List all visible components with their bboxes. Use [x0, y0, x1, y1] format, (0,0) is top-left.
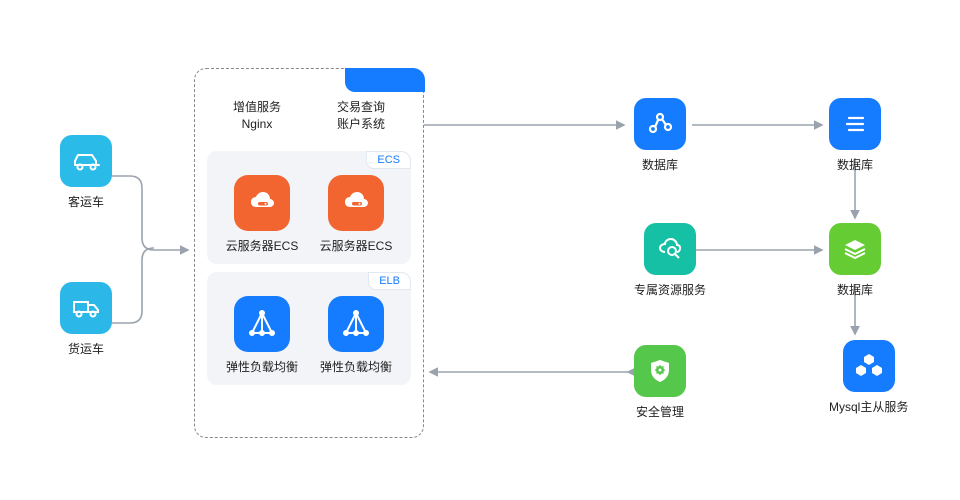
main-subtab-left: 增值服务 Nginx — [233, 99, 281, 133]
elb-card: ELB 弹性负载均衡 弹性负载均衡 — [207, 272, 411, 385]
node-search-label: 专属资源服务 — [634, 281, 706, 298]
load-balancer-icon — [234, 296, 290, 352]
node-car: 客运车 — [60, 135, 112, 210]
cloud-server-icon — [234, 175, 290, 231]
node-truck: 货运车 — [60, 282, 112, 357]
car-icon — [60, 135, 112, 187]
ecs-card: ECS 云服务器ECS 云服务器ECS — [207, 151, 411, 264]
share-icon — [634, 98, 686, 150]
node-shield: 安全管理 — [634, 345, 686, 420]
list-icon — [829, 98, 881, 150]
node-list: 数据库 — [829, 98, 881, 173]
node-car-label: 客运车 — [68, 193, 104, 210]
node-truck-label: 货运车 — [68, 340, 104, 357]
main-container: 增值服务 Nginx 交易查询 账户系统 ECS 云服务器ECS 云服务器ECS — [194, 68, 424, 438]
node-share-label: 数据库 — [642, 156, 678, 173]
node-list-label: 数据库 — [837, 156, 873, 173]
elb-item-1: 弹性负载均衡 — [226, 296, 298, 375]
modules-icon — [843, 340, 895, 392]
node-shield-label: 安全管理 — [636, 403, 684, 420]
load-balancer-icon — [328, 296, 384, 352]
node-search: 专属资源服务 — [634, 223, 706, 298]
node-share: 数据库 — [634, 98, 686, 173]
main-tab — [345, 68, 425, 92]
elb-badge: ELB — [368, 272, 411, 290]
node-stack: 数据库 — [829, 223, 881, 298]
cloud-server-icon — [328, 175, 384, 231]
node-hex-label: Mysql主从服务 — [829, 398, 908, 415]
shield-gear-icon — [634, 345, 686, 397]
truck-icon — [60, 282, 112, 334]
connectors — [0, 0, 960, 500]
node-stack-label: 数据库 — [837, 281, 873, 298]
ecs-item-1: 云服务器ECS — [226, 175, 299, 254]
ecs-item-2: 云服务器ECS — [320, 175, 393, 254]
main-subtab-right: 交易查询 账户系统 — [337, 99, 385, 133]
node-hex: Mysql主从服务 — [829, 340, 908, 415]
ecs-badge: ECS — [366, 151, 411, 169]
layers-icon — [829, 223, 881, 275]
cloud-search-icon — [644, 223, 696, 275]
elb-item-2: 弹性负载均衡 — [320, 296, 392, 375]
